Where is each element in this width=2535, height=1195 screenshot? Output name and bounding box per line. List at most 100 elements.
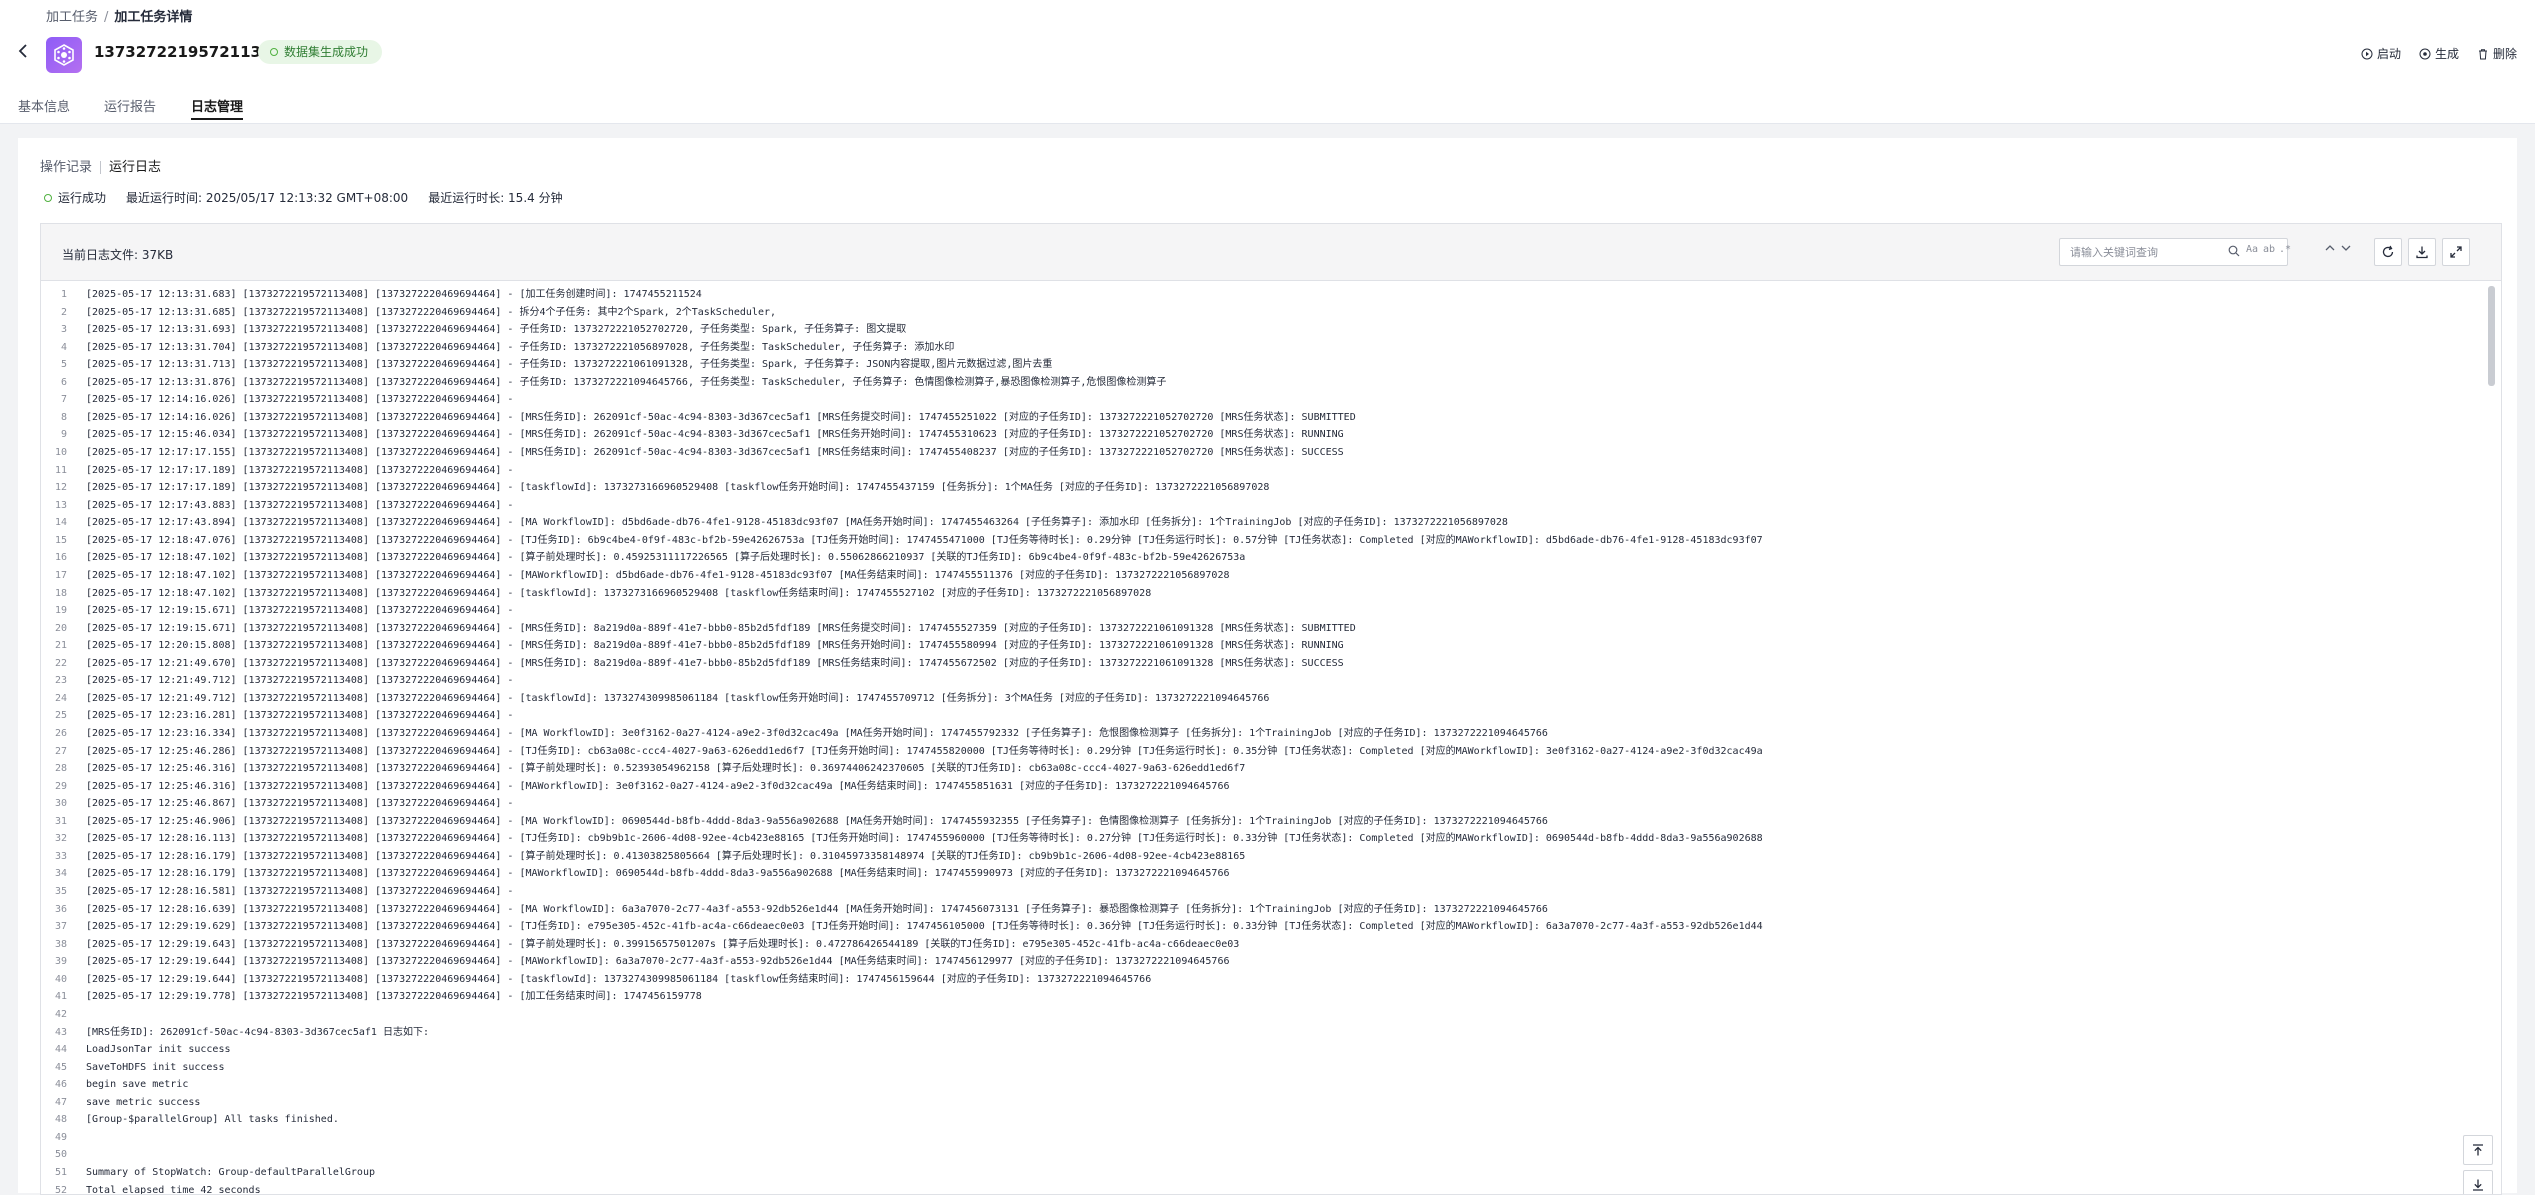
log-line-text: LoadJsonTar init success — [86, 1044, 231, 1056]
log-line-text: Total elapsed time 42 seconds — [86, 1184, 261, 1194]
breadcrumb-bar: 加工任务 / 加工任务详情 — [0, 0, 2535, 27]
log-line: 20 [2025-05-17 12:19:15.671] [13732722195… — [41, 620, 2481, 637]
download-button[interactable] — [2408, 238, 2436, 266]
log-line-number: 10 — [54, 447, 67, 459]
log-line: 47 save metric success — [41, 1094, 2481, 1111]
log-line: 35 [2025-05-17 12:28:16.581] [13732722195… — [41, 883, 2481, 900]
subtab-switch: 操作记录 运行日志 — [40, 156, 161, 175]
success-dot-icon — [44, 193, 52, 202]
log-line-number: 5 — [60, 359, 67, 371]
log-line: 48 [Group-$parallelGroup] All tasks finis… — [41, 1111, 2481, 1128]
log-line: 27 [2025-05-17 12:25:46.286] [13732722195… — [41, 743, 2481, 760]
log-line-text: [2025-05-17 12:19:15.671] [1373272219572… — [86, 622, 1356, 634]
log-line: 50 — [41, 1146, 2481, 1163]
log-line-text: [2025-05-17 12:25:46.316] [1373272219572… — [86, 780, 1230, 792]
log-line-text: [2025-05-17 12:29:19.644] [1373272219572… — [86, 956, 1230, 968]
tab-log-management[interactable]: 日志管理 — [191, 96, 244, 120]
log-line: 9 [2025-05-17 12:15:46.034] [137327221957… — [41, 426, 2481, 443]
log-line: 52 Total elapsed time 42 seconds — [41, 1182, 2481, 1194]
log-line: 7 [2025-05-17 12:14:16.026] [137327221957… — [41, 391, 2481, 408]
log-line-number: 12 — [54, 482, 67, 494]
run-status: 运行成功 — [44, 189, 106, 206]
log-line-text: [2025-05-17 12:29:19.629] [1373272219572… — [86, 921, 1763, 933]
log-line: 33 [2025-05-17 12:28:16.179] [13732722195… — [41, 848, 2481, 865]
delete-button[interactable]: 删除 — [2477, 45, 2517, 62]
scroll-bottom-button[interactable] — [2463, 1170, 2493, 1194]
log-line: 15 [2025-05-17 12:18:47.076] [13732722195… — [41, 532, 2481, 549]
log-line-text: [2025-05-17 12:17:17.155] [1373272219572… — [86, 447, 1344, 459]
log-line-text: [2025-05-17 12:25:46.286] [1373272219572… — [86, 745, 1763, 757]
log-search-input[interactable] — [2068, 243, 2222, 261]
log-line-number: 21 — [54, 640, 67, 652]
match-case-toggle[interactable]: Aa — [2246, 244, 2258, 255]
log-line: 22 [2025-05-17 12:21:49.670] [13732722195… — [41, 655, 2481, 672]
log-line-number: 6 — [60, 376, 67, 388]
log-line: 13 [2025-05-17 12:17:43.883] [13732722195… — [41, 497, 2481, 514]
log-line-text: [2025-05-17 12:29:19.643] [1373272219572… — [86, 938, 1240, 950]
delete-button-label: 删除 — [2492, 47, 2517, 61]
log-line-text: [2025-05-17 12:23:16.281] [1373272219572… — [86, 710, 520, 722]
subtab-operation-records[interactable]: 操作记录 — [40, 160, 92, 175]
log-line: 3 [2025-05-17 12:13:31.693] [137327221957… — [41, 321, 2481, 338]
refresh-icon — [2382, 245, 2394, 258]
log-line-number: 15 — [54, 534, 67, 546]
log-line-number: 23 — [54, 675, 67, 687]
regex-toggle[interactable]: .* — [2279, 244, 2291, 255]
log-line: 45 SaveToHDFS init success — [41, 1059, 2481, 1076]
log-line-number: 31 — [54, 815, 67, 827]
log-line: 12 [2025-05-17 12:17:17.189] [13732722195… — [41, 479, 2481, 496]
log-line-number: 27 — [54, 745, 67, 757]
generate-button[interactable]: 生成 — [2419, 45, 2459, 62]
log-line: 29 [2025-05-17 12:25:46.316] [13732722195… — [41, 778, 2481, 795]
refresh-button[interactable] — [2374, 238, 2402, 266]
log-file-size: 当前日志文件: 37KB — [62, 248, 174, 262]
page-header: 1373272219572113408 数据集生成成功 启动 生成 删除 — [0, 27, 2535, 78]
log-line: 8 [2025-05-17 12:14:16.026] [137327221957… — [41, 409, 2481, 426]
run-info: 运行成功 最近运行时间: 2025/05/17 12:13:32 GMT+08:… — [44, 189, 563, 206]
log-line-text: [2025-05-17 12:17:43.894] [1373272219572… — [86, 517, 1508, 529]
match-word-toggle[interactable]: ab — [2263, 244, 2275, 255]
log-line-text: [Group-$parallelGroup] All tasks finishe… — [86, 1114, 339, 1126]
log-line: 2 [2025-05-17 12:13:31.685] [137327221957… — [41, 304, 2481, 321]
log-scrollbar[interactable] — [2488, 286, 2495, 386]
log-line-number: 39 — [54, 956, 67, 968]
breadcrumb-parent-link[interactable]: 加工任务 — [46, 10, 98, 25]
log-line-number: 16 — [54, 552, 67, 564]
log-line-text: [2025-05-17 12:14:16.026] [1373272219572… — [86, 411, 1356, 423]
tab-basic-info[interactable]: 基本信息 — [18, 96, 70, 115]
chevron-up-icon[interactable] — [2325, 245, 2335, 251]
log-line: 38 [2025-05-17 12:29:19.643] [13732722195… — [41, 936, 2481, 953]
log-line-text: save metric success — [86, 1096, 201, 1108]
log-line-number: 7 — [60, 394, 67, 406]
breadcrumb-current: 加工任务详情 — [114, 10, 193, 25]
start-button[interactable]: 启动 — [2361, 45, 2401, 62]
search-icon[interactable] — [2228, 245, 2240, 257]
log-line-text: [2025-05-17 12:28:16.113] [1373272219572… — [86, 833, 1763, 845]
subtab-run-log[interactable]: 运行日志 — [109, 160, 161, 175]
log-line: 24 [2025-05-17 12:21:49.712] [13732722195… — [41, 690, 2481, 707]
fullscreen-button[interactable] — [2442, 238, 2470, 266]
log-line-number: 2 — [60, 306, 67, 318]
status-badge: 数据集生成成功 — [258, 40, 383, 64]
scroll-top-button[interactable] — [2463, 1135, 2493, 1165]
log-line-text: [2025-05-17 12:17:17.189] [1373272219572… — [86, 464, 520, 476]
log-line-number: 46 — [54, 1079, 67, 1091]
search-nav — [2324, 243, 2354, 256]
log-line-number: 42 — [54, 1008, 67, 1020]
log-line-text: [2025-05-17 12:14:16.026] [1373272219572… — [86, 394, 520, 406]
log-line: 39 [2025-05-17 12:29:19.644] [13732722195… — [41, 953, 2481, 970]
log-line: 30 [2025-05-17 12:25:46.867] [13732722195… — [41, 795, 2481, 812]
log-line: 37 [2025-05-17 12:29:19.629] [13732722195… — [41, 918, 2481, 935]
status-badge-label: 数据集生成成功 — [284, 45, 369, 59]
tab-run-report[interactable]: 运行报告 — [104, 96, 156, 115]
back-arrow-icon[interactable] — [18, 43, 28, 64]
chevron-down-icon[interactable] — [2341, 245, 2351, 251]
trash-icon — [2478, 48, 2487, 59]
log-content[interactable]: 1 [2025-05-17 12:13:31.683] [137327221957… — [41, 281, 2501, 1194]
log-line-text: [2025-05-17 12:21:49.712] [1373272219572… — [86, 675, 520, 687]
log-line-text: [2025-05-17 12:13:31.713] [1373272219572… — [86, 359, 1053, 371]
log-line-number: 37 — [54, 921, 67, 933]
log-line-number: 30 — [54, 798, 67, 810]
breadcrumb-separator: / — [104, 10, 109, 25]
run-status-label: 运行成功 — [58, 191, 107, 205]
